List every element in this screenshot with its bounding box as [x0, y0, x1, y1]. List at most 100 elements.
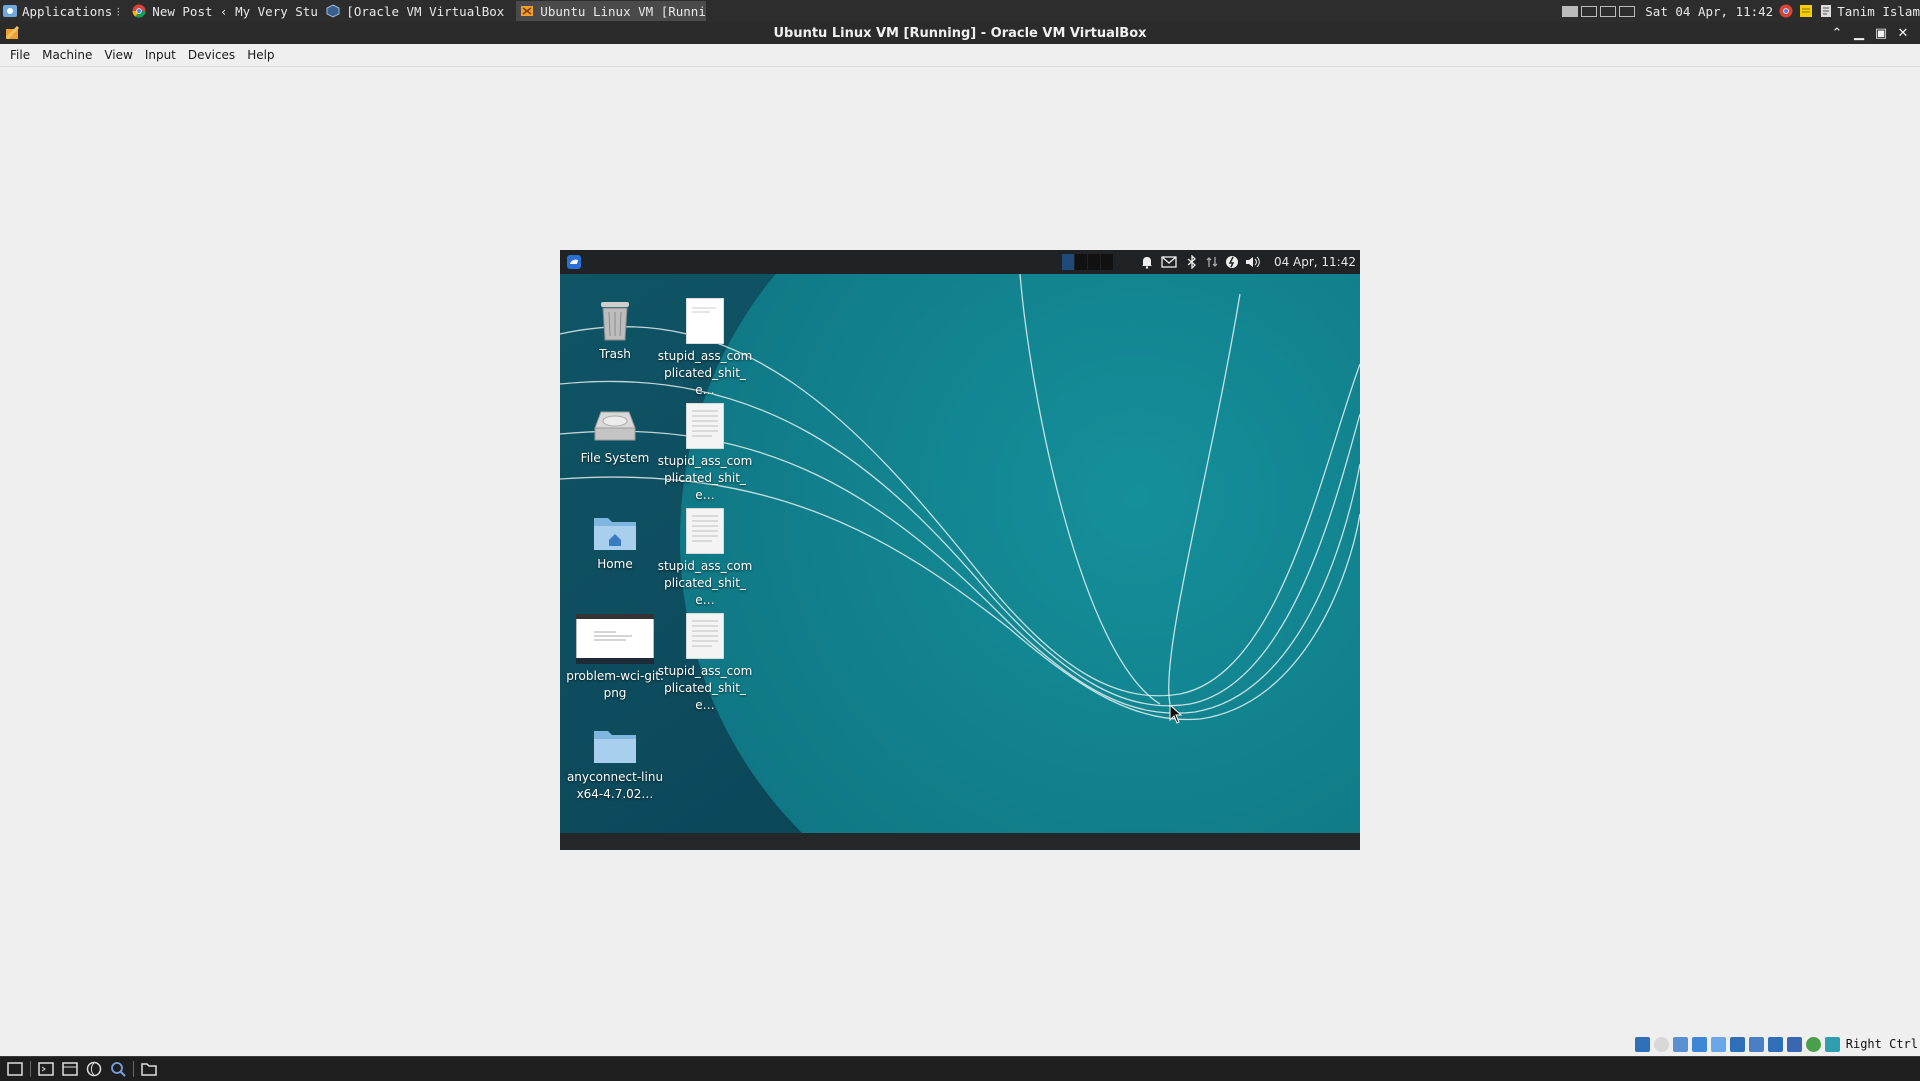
guest-workspace-2[interactable]: [1075, 254, 1087, 270]
taskbar-item-label: Ubuntu Linux VM [Runnin…: [540, 3, 707, 19]
app-menu-icon: [3, 5, 17, 17]
hard-disk-icon[interactable]: [1634, 1036, 1650, 1052]
document-icon: [686, 403, 724, 449]
document-icon: [686, 613, 724, 659]
desktop-icon-label: stupid_ass_complicated_shit_e…: [657, 349, 753, 397]
chrome-tray-icon[interactable]: [1779, 4, 1793, 18]
applications-menu[interactable]: Applications ⁝: [0, 0, 128, 22]
taskbar-item-chrome[interactable]: New Post ‹ My Very Stup…: [128, 1, 318, 21]
taskbar-item-label: New Post ‹ My Very Stup…: [152, 3, 319, 19]
workspace-4[interactable]: [1619, 5, 1636, 17]
whisker-menu-icon[interactable]: [566, 254, 582, 270]
workspace-3[interactable]: [1600, 5, 1617, 17]
desktop-icon-file-system[interactable]: File System: [565, 406, 665, 467]
web-browser-icon[interactable]: [85, 1060, 103, 1078]
virtualbox-icon: [521, 6, 534, 16]
desktop-icon-label: anyconnect-linux64-4.7.02…: [566, 770, 664, 801]
desktop-icon-label: problem-wci-git.png: [566, 669, 664, 700]
desktop-icon-document-1[interactable]: stupid_ass_complicated_shit_e…: [655, 298, 755, 399]
menu-bar: File Machine View Input Devices Help: [0, 44, 1920, 67]
menu-view[interactable]: View: [104, 48, 132, 62]
guest-workspace-1[interactable]: [1062, 254, 1074, 270]
host-clock[interactable]: Sat 04 Apr, 11:42: [1645, 4, 1773, 19]
audio-icon[interactable]: [1672, 1036, 1688, 1052]
menu-machine[interactable]: Machine: [42, 48, 92, 62]
desktop-icon-anyconnect[interactable]: anyconnect-linux64-4.7.02…: [565, 725, 665, 803]
menu-input[interactable]: Input: [145, 48, 176, 62]
bluetooth-icon[interactable]: [1185, 255, 1199, 269]
desktop-icon-label: File System: [580, 451, 650, 465]
desktop-icon-label: stupid_ass_complicated_shit_e…: [657, 559, 753, 607]
guest-screen[interactable]: 04 Apr, 11:42 Trash File System Home pro…: [560, 250, 1360, 850]
drive-icon: [594, 411, 636, 441]
desktop-icon-label: stupid_ass_complicated_shit_e…: [657, 454, 753, 502]
host-top-panel: Applications ⁝ New Post ‹ My Very Stup… …: [0, 0, 1920, 22]
desktop-icon-document-4[interactable]: stupid_ass_complicated_shit_e…: [655, 613, 755, 714]
file-manager-icon[interactable]: [61, 1060, 79, 1078]
folder-launcher-icon[interactable]: [140, 1060, 158, 1078]
virtualbox-logo-icon: [5, 25, 20, 40]
mouse-integration-icon[interactable]: [1805, 1036, 1821, 1052]
shade-button[interactable]: ⌃: [1826, 26, 1848, 41]
terminal-icon[interactable]: [37, 1060, 55, 1078]
panel-separator: ⁝: [116, 3, 121, 19]
shared-folders-icon[interactable]: [1729, 1036, 1745, 1052]
desktop-icon-trash[interactable]: Trash: [565, 298, 665, 363]
trash-icon: [601, 302, 629, 341]
desktop-icon-home[interactable]: Home: [565, 512, 665, 573]
power-icon[interactable]: [1225, 255, 1239, 269]
network-status-icon[interactable]: [1691, 1036, 1707, 1052]
mouse-cursor-icon: [1169, 704, 1183, 724]
menu-help[interactable]: Help: [247, 48, 274, 62]
guest-workspace-pager[interactable]: [1062, 254, 1114, 270]
network-icon[interactable]: [1205, 255, 1219, 269]
close-button[interactable]: ✕: [1892, 26, 1914, 41]
desktop-icon-problem-png[interactable]: problem-wci-git.png: [565, 614, 665, 702]
host-key-label: Right Ctrl: [1845, 1037, 1918, 1051]
taskbar-item-label: [Oracle VM VirtualBox M…: [346, 3, 513, 19]
chrome-icon: [132, 4, 146, 18]
user-name[interactable]: Tanim Islam: [1837, 4, 1920, 19]
launcher-separator: [30, 1061, 31, 1077]
applications-label: Applications: [22, 3, 113, 19]
window-title: Ubuntu Linux VM [Running] - Oracle VM Vi…: [773, 25, 1147, 41]
guest-workspace-3[interactable]: [1088, 254, 1100, 270]
launcher-separator: [133, 1061, 134, 1077]
bell-icon[interactable]: [1140, 255, 1154, 269]
workspace-2[interactable]: [1581, 5, 1598, 17]
usb-icon[interactable]: [1710, 1036, 1726, 1052]
desktop-icon-label: stupid_ass_complicated_shit_e…: [657, 664, 753, 712]
vm-status-bar: Right Ctrl: [1631, 1034, 1920, 1054]
optical-drive-icon[interactable]: [1653, 1036, 1669, 1052]
taskbar-item-ubuntu-vm[interactable]: Ubuntu Linux VM [Runnin…: [516, 1, 707, 21]
guest-workspace-4[interactable]: [1101, 254, 1113, 270]
video-capture-icon[interactable]: [1767, 1036, 1783, 1052]
host-bottom-panel: [0, 1056, 1920, 1081]
show-desktop-icon[interactable]: [6, 1060, 24, 1078]
guest-clock[interactable]: 04 Apr, 11:42: [1274, 255, 1356, 269]
maximize-button[interactable]: ▣: [1870, 26, 1892, 41]
volume-icon[interactable]: [1245, 255, 1261, 269]
workspace-switcher[interactable]: [1559, 5, 1636, 17]
search-icon[interactable]: [109, 1060, 127, 1078]
menu-file[interactable]: File: [10, 48, 30, 62]
notes-tray-icon[interactable]: [1799, 4, 1813, 18]
virtualbox-icon: [326, 4, 340, 18]
desktop-icon-document-2[interactable]: stupid_ass_complicated_shit_e…: [655, 403, 755, 504]
keyboard-capture-icon[interactable]: [1824, 1036, 1840, 1052]
guest-bottom-panel: [560, 833, 1360, 850]
document-icon: [686, 508, 724, 554]
desktop-icon-label: Trash: [599, 347, 631, 361]
workspace-1[interactable]: [1562, 5, 1579, 17]
virtualization-icon[interactable]: [1786, 1036, 1802, 1052]
taskbar-item-virtualbox-manager[interactable]: [Oracle VM VirtualBox M…: [322, 1, 512, 21]
menu-devices[interactable]: Devices: [188, 48, 235, 62]
desktop-icon-document-3[interactable]: stupid_ass_complicated_shit_e…: [655, 508, 755, 609]
mail-icon[interactable]: [1161, 255, 1177, 269]
folder-icon: [594, 731, 636, 763]
image-thumbnail-icon: [576, 614, 654, 664]
user-icon: [1821, 5, 1832, 17]
guest-top-panel: 04 Apr, 11:42: [560, 250, 1360, 274]
display-icon[interactable]: [1748, 1036, 1764, 1052]
minimize-button[interactable]: ▁: [1848, 26, 1870, 41]
